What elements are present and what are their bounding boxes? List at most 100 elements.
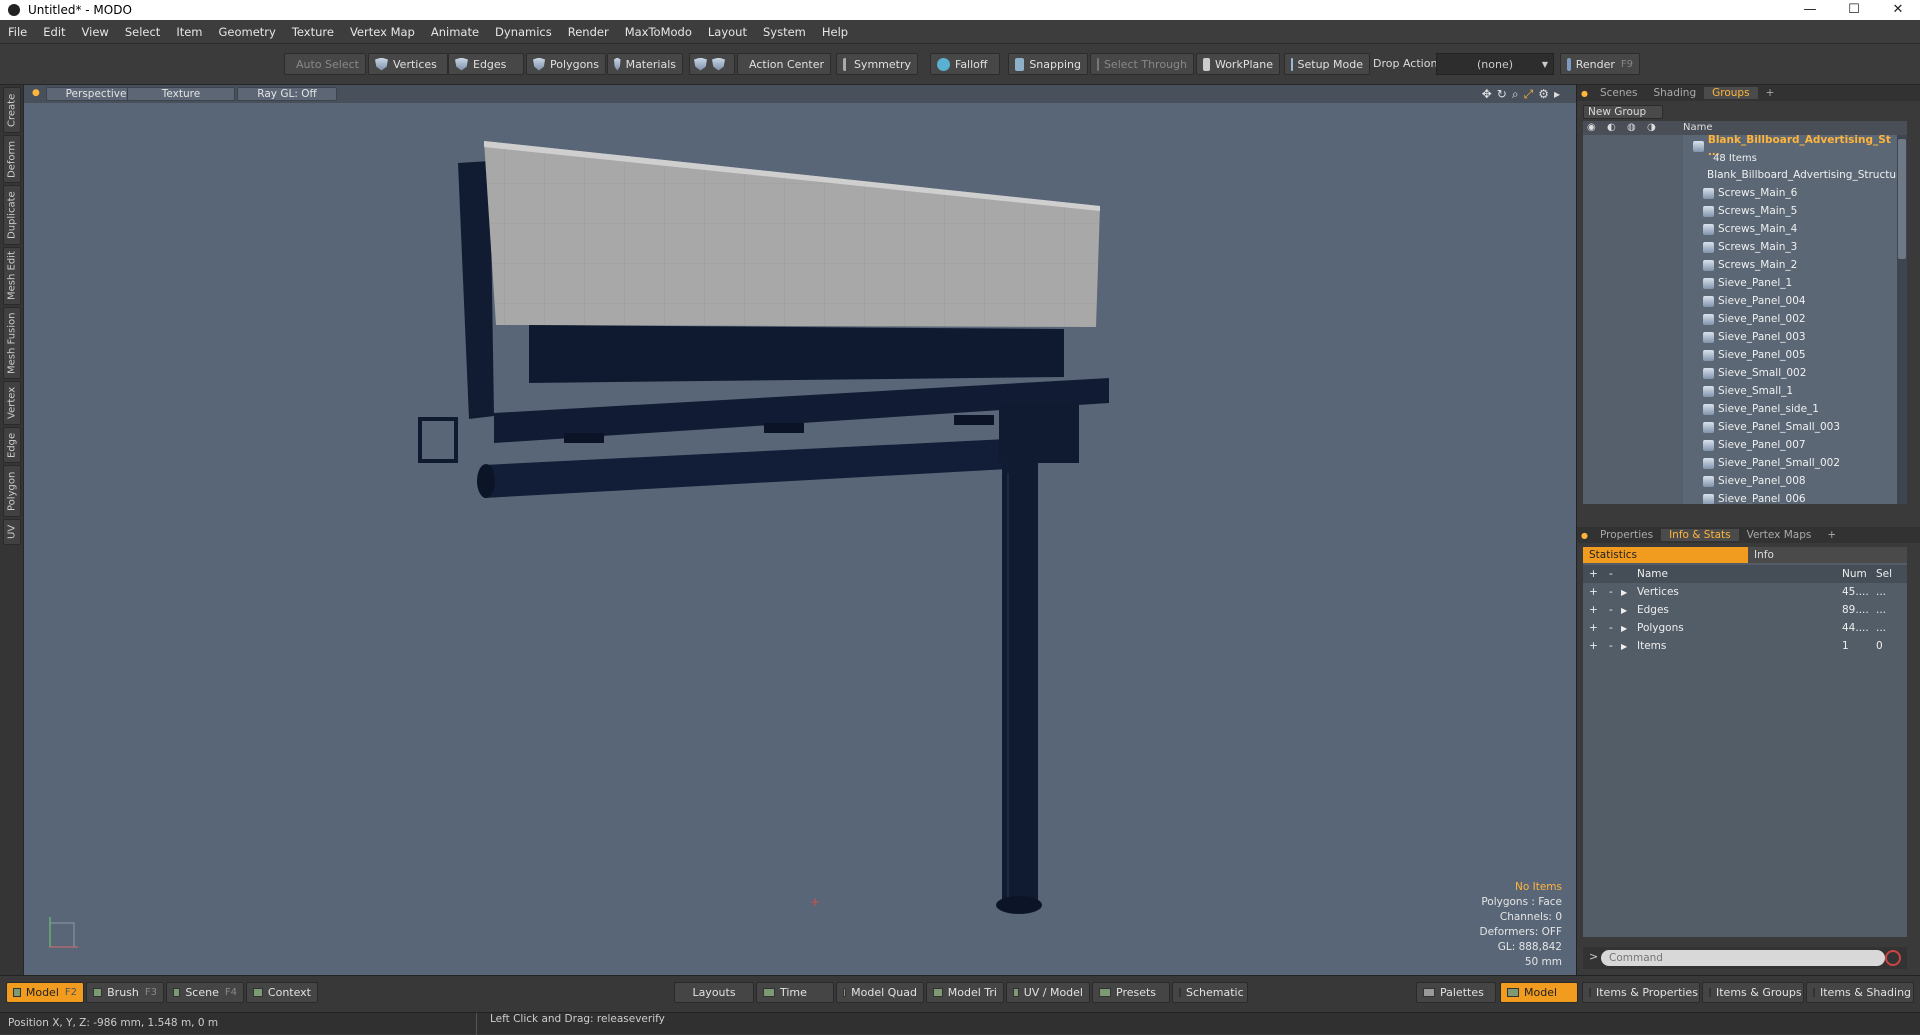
setup-mode-button[interactable]: Setup Mode [1284,53,1370,75]
remove-icon[interactable]: - [1609,640,1613,652]
list-item[interactable]: Sieve_Panel_007 [1703,436,1903,454]
add-icon[interactable]: + [1589,604,1598,616]
model-tab-button[interactable]: Model [1500,982,1578,1003]
menu-file[interactable]: File [0,25,35,39]
schematic-button[interactable]: Schematic [1172,982,1248,1003]
table-row[interactable]: + - ▶ Items 1 0 [1583,637,1907,655]
expand-triangle-icon[interactable]: ▶ [1621,606,1627,615]
collapse-all-icon[interactable]: - [1609,568,1613,580]
scrollbar-thumb[interactable] [1898,139,1906,259]
statistics-subtab[interactable]: Statistics [1583,547,1748,563]
menu-layout[interactable]: Layout [700,25,755,39]
remove-icon[interactable]: - [1609,604,1613,616]
maximize-button[interactable]: ☐ [1832,0,1876,20]
add-tab-icon[interactable]: + [1758,87,1783,99]
list-item[interactable]: Screws_Main_4 [1703,220,1903,238]
scene-layout-button[interactable]: SceneF4 [166,982,244,1003]
close-button[interactable]: ✕ [1876,0,1920,20]
list-item[interactable]: Sieve_Panel_Small_003 [1703,418,1903,436]
raygl-button[interactable]: Ray GL: Off [237,87,337,101]
falloff-button[interactable]: Falloff [930,53,1000,75]
list-item[interactable]: Sieve_Panel_Small_002 [1703,454,1903,472]
items-shading-button[interactable]: Items & Shading [1806,982,1914,1003]
table-row[interactable]: + - ▶ Edges 89.... ... [1583,601,1907,619]
panel-menu-dot-icon[interactable]: ● [1577,531,1592,540]
menu-animate[interactable]: Animate [423,25,487,39]
list-item[interactable]: Screws_Main_2 [1703,256,1903,274]
menu-select[interactable]: Select [117,25,168,39]
model-quad-button[interactable]: Model Quad [836,982,924,1003]
auto-select-button[interactable]: Auto Select [284,53,366,75]
tab-polygon[interactable]: Polygon [3,465,21,517]
list-item[interactable]: Sieve_Panel_004 [1703,292,1903,310]
rotate-icon[interactable]: ↻ [1497,87,1507,102]
visibility-eye-icon[interactable]: ◉ [1587,122,1596,133]
expand-triangle-icon[interactable]: ▶ [1621,624,1627,633]
list-item[interactable]: Sieve_Panel_003 [1703,328,1903,346]
render-button[interactable]: RenderF9 [1560,53,1640,75]
menu-help[interactable]: Help [814,25,856,39]
time-button[interactable]: Time [756,982,834,1003]
record-icon[interactable] [1885,950,1901,966]
info-subtab[interactable]: Info [1748,547,1907,563]
list-item[interactable]: Sieve_Panel_002 [1703,310,1903,328]
tab-duplicate[interactable]: Duplicate [3,185,21,245]
menu-item[interactable]: Item [168,25,210,39]
tab-vertex-maps[interactable]: Vertex Maps [1739,529,1820,541]
viewport-menu-dot-icon[interactable]: ● [32,88,40,98]
minimize-button[interactable]: — [1788,0,1832,20]
tab-create[interactable]: Create [3,87,21,133]
expand-all-icon[interactable]: + [1589,568,1598,580]
list-item[interactable]: Sieve_Panel_005 [1703,346,1903,364]
model-layout-button[interactable]: ModelF2 [6,982,84,1003]
add-tab-icon[interactable]: + [1819,529,1844,541]
name-column-header[interactable]: Name [1683,122,1713,133]
vertices-button[interactable]: Vertices [368,53,448,75]
remove-icon[interactable]: - [1609,586,1613,598]
expand-arrow-icon[interactable]: ▸ [1554,87,1560,102]
table-row[interactable]: + - ▶ Vertices 45.... ... [1583,583,1907,601]
select-through-button[interactable]: Select Through [1090,53,1194,75]
list-item[interactable]: Screws_Main_6 [1703,184,1903,202]
render-toggle-icon[interactable]: ◐ [1607,122,1616,133]
palettes-button[interactable]: Palettes [1416,982,1496,1003]
zoom-icon[interactable]: ⌕ [1512,87,1519,102]
list-item[interactable]: Sieve_Small_1 [1703,382,1903,400]
list-item[interactable]: Screws_Main_5 [1703,202,1903,220]
materials-button[interactable]: Materials [607,53,683,75]
menu-dynamics[interactable]: Dynamics [487,25,560,39]
tab-info-stats[interactable]: Info & Stats [1661,529,1739,541]
add-icon[interactable]: + [1589,622,1598,634]
tab-edge[interactable]: Edge [3,427,21,463]
menu-system[interactable]: System [755,25,814,39]
menu-vertex-map[interactable]: Vertex Map [342,25,423,39]
list-item[interactable]: Blank_Billboard_Advertising_Structure [1703,166,1903,184]
remove-icon[interactable]: - [1609,622,1613,634]
menu-texture[interactable]: Texture [284,25,342,39]
table-row[interactable]: + - ▶ Polygons 44.... ... [1583,619,1907,637]
tab-scenes[interactable]: Scenes [1592,87,1645,99]
list-item[interactable]: Sieve_Panel_1 [1703,274,1903,292]
new-group-button[interactable]: New Group [1583,105,1663,119]
add-icon[interactable]: + [1589,640,1598,652]
settings-gear-icon[interactable]: ⚙ [1538,87,1549,102]
menu-maxtomodo[interactable]: MaxToModo [617,25,700,39]
tab-properties[interactable]: Properties [1592,529,1661,541]
items-properties-button[interactable]: Items & Properties [1582,982,1700,1003]
layouts-button[interactable]: Layouts [674,982,754,1003]
model-tri-button[interactable]: Model Tri [926,982,1004,1003]
pan-icon[interactable]: ✥ [1482,87,1492,102]
list-item[interactable]: Sieve_Panel_008 [1703,472,1903,490]
select-col-icon[interactable]: ◑ [1647,122,1656,133]
shading-mode-button[interactable]: Texture [127,87,235,101]
drop-action-select[interactable]: (none)▼ [1436,53,1554,75]
list-item[interactable]: Sieve_Panel_006 [1703,490,1903,504]
add-icon[interactable]: + [1589,586,1598,598]
list-item[interactable]: Sieve_Panel_side_1 [1703,400,1903,418]
context-layout-button[interactable]: Context [246,982,318,1003]
snapping-button[interactable]: Snapping [1008,53,1088,75]
groups-scrollbar[interactable] [1897,135,1907,504]
presets-button[interactable]: Presets [1092,982,1170,1003]
action-center-button[interactable]: Action Center [737,53,831,75]
menu-render[interactable]: Render [560,25,617,39]
